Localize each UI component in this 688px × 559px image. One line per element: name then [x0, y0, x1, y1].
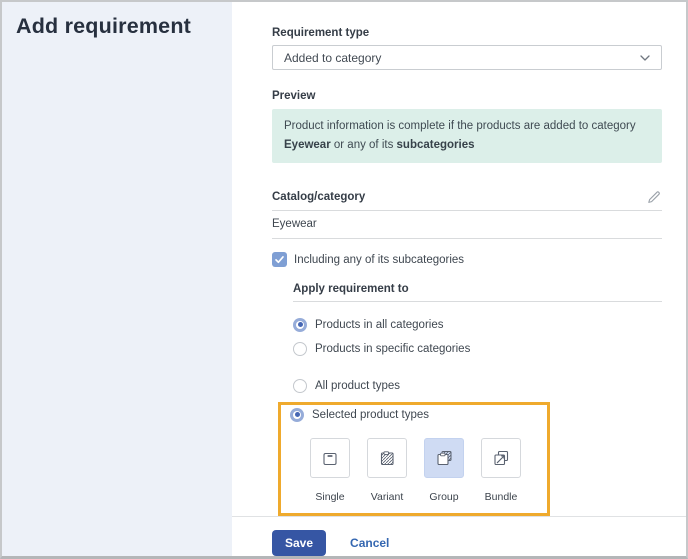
radio-products-specific-categories[interactable]: Products in specific categories [293, 341, 662, 356]
radio-icon[interactable] [293, 378, 307, 393]
apply-requirement-heading: Apply requirement to [293, 283, 409, 295]
save-button[interactable]: Save [272, 530, 327, 556]
checkbox-checked-icon[interactable] [272, 252, 287, 267]
dialog-sidebar: Add requirement [2, 2, 232, 556]
radio-label: All product types [315, 379, 401, 392]
form-area: Requirement type Added to category Previ… [232, 2, 686, 516]
group-product-icon [437, 451, 452, 466]
include-subcategories-checkbox-row[interactable]: Including any of its subcategories [272, 252, 662, 267]
product-type-bundle: Bundle [481, 438, 521, 503]
requirement-type-label: Requirement type [272, 27, 370, 39]
bundle-product-tile[interactable] [481, 438, 521, 478]
tile-label: Single [315, 491, 345, 503]
tile-label: Bundle [484, 491, 518, 503]
divider [272, 238, 662, 239]
add-requirement-dialog: Add requirement Requirement type Added t… [0, 0, 688, 559]
requirement-type-select[interactable]: Added to category [272, 45, 662, 70]
catalog-category-block: Catalog/category Eyewear [272, 189, 662, 239]
preview-label: Preview [272, 90, 316, 102]
tile-label: Variant [370, 491, 404, 503]
preview-subcategories-word: subcategories [396, 139, 475, 151]
chevron-down-icon [640, 54, 650, 61]
product-type-variant: Variant [367, 438, 407, 503]
single-product-icon [323, 452, 337, 466]
radio-all-product-types[interactable]: All product types [293, 378, 662, 393]
bundle-product-icon [494, 450, 509, 466]
preview-message: Product information is complete if the p… [272, 109, 662, 163]
cancel-button[interactable]: Cancel [350, 530, 389, 550]
edit-pencil-icon[interactable] [646, 189, 662, 205]
radio-icon[interactable] [293, 317, 307, 332]
tile-label: Group [429, 491, 459, 503]
product-type-tiles: Single Variant Group Bundle [310, 438, 547, 503]
page-title: Add requirement [16, 14, 192, 38]
dialog-footer: Save Cancel [232, 516, 686, 556]
radio-label: Selected product types [312, 408, 429, 421]
requirement-type-value: Added to category [284, 50, 382, 65]
group-product-tile[interactable] [424, 438, 464, 478]
preview-text: Product information is complete if the p… [284, 120, 636, 132]
radio-icon[interactable] [290, 407, 304, 422]
product-type-group: Group [424, 438, 464, 503]
radio-products-all-categories[interactable]: Products in all categories [293, 317, 662, 332]
preview-category-name: Eyewear [284, 139, 331, 151]
radio-label: Products in specific categories [315, 342, 471, 355]
catalog-category-label: Catalog/category [272, 191, 366, 203]
include-subcategories-label: Including any of its subcategories [294, 253, 465, 266]
radio-label: Products in all categories [315, 318, 444, 331]
preview-text-2: or any of its [330, 139, 397, 151]
variant-product-icon [380, 451, 394, 466]
variant-product-tile[interactable] [367, 438, 407, 478]
divider [293, 301, 662, 302]
apply-requirement-section: Apply requirement to Products in all cat… [278, 283, 662, 516]
selected-product-types-highlight: Selected product types Single Variant Gr… [278, 402, 550, 516]
catalog-category-value: Eyewear [272, 218, 317, 230]
radio-selected-product-types[interactable]: Selected product types [290, 407, 547, 422]
single-product-tile[interactable] [310, 438, 350, 478]
product-type-single: Single [310, 438, 350, 503]
dialog-content: Requirement type Added to category Previ… [232, 2, 686, 556]
radio-icon[interactable] [293, 341, 307, 356]
